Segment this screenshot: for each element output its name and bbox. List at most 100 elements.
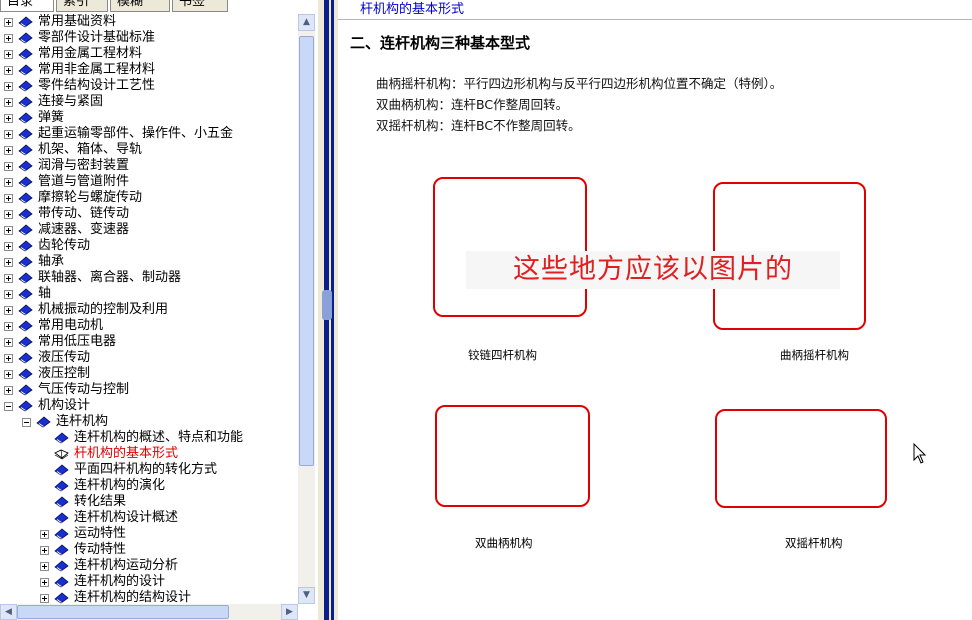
expand-plus-icon[interactable] xyxy=(4,114,13,123)
tab-fuzzy-label: 模糊 xyxy=(117,0,144,9)
expand-plus-icon[interactable] xyxy=(4,162,13,171)
tree-item[interactable]: 连杆机构运动分析 xyxy=(0,558,298,574)
expand-plus-icon[interactable] xyxy=(4,290,13,299)
book-closed-icon xyxy=(18,144,33,156)
expand-plus-icon[interactable] xyxy=(4,50,13,59)
tree-item[interactable]: 机构设计 xyxy=(0,398,298,414)
tree-item[interactable]: 常用非金属工程材料 xyxy=(0,62,298,78)
tree-item[interactable]: 轴承 xyxy=(0,254,298,270)
nav-tabs: 目录 索引 模糊 书签 xyxy=(0,0,318,13)
scroll-down-button[interactable]: ▼ xyxy=(298,587,315,604)
tree-item[interactable]: 气压传动与控制 xyxy=(0,382,298,398)
expand-plus-icon[interactable] xyxy=(40,546,49,555)
book-closed-icon xyxy=(18,80,33,92)
tree-item[interactable]: 连接与紧固 xyxy=(0,94,298,110)
expand-plus-icon[interactable] xyxy=(4,210,13,219)
expand-plus-icon[interactable] xyxy=(4,194,13,203)
book-closed-icon xyxy=(18,112,33,124)
description-double-crank: 双曲柄机构：连杆BC作整周回转。 xyxy=(376,97,569,112)
tree-item[interactable]: 传动特性 xyxy=(0,542,298,558)
expand-plus-icon[interactable] xyxy=(4,274,13,283)
expand-plus-icon[interactable] xyxy=(4,34,13,43)
topic-breadcrumb[interactable]: 杆机构的基本形式 xyxy=(360,0,464,19)
tree-item[interactable]: 零部件设计基础标准 xyxy=(0,30,298,46)
tree-vertical-scrollbar[interactable]: ▲ ▼ xyxy=(298,14,315,604)
tree-item[interactable]: 管道与管道附件 xyxy=(0,174,298,190)
tree-item[interactable]: 常用低压电器 xyxy=(0,334,298,350)
contents-tree: 常用基础资料 零部件设计基础标准 常用金属工程材料 常用非金属工程材料 零件结构设计工艺… xyxy=(0,14,298,604)
caption-double-rocker: 双摇杆机构 xyxy=(785,536,843,550)
scroll-up-button[interactable]: ▲ xyxy=(298,14,315,31)
expand-plus-icon[interactable] xyxy=(4,82,13,91)
tree-item[interactable]: 平面四杆机构的转化方式 xyxy=(0,462,298,478)
tree-item[interactable]: 连杆机构的演化 xyxy=(0,478,298,494)
expand-plus-icon[interactable] xyxy=(4,354,13,363)
tree-item[interactable]: 连杆机构的结构设计 xyxy=(0,590,298,604)
tree-horizontal-scrollbar[interactable]: ◀ ▶ xyxy=(0,604,298,620)
tree-item[interactable]: 弹簧 xyxy=(0,110,298,126)
tree-item-label: 轴承 xyxy=(38,254,65,269)
tree-item-label: 常用基础资料 xyxy=(38,14,117,29)
tree-item[interactable]: 常用基础资料 xyxy=(0,14,298,30)
expand-plus-icon[interactable] xyxy=(4,370,13,379)
pane-splitter[interactable] xyxy=(318,0,338,620)
book-closed-icon xyxy=(18,48,33,60)
tree-item[interactable]: 润滑与密封装置 xyxy=(0,158,298,174)
expand-plus-icon[interactable] xyxy=(40,578,49,587)
expand-plus-icon[interactable] xyxy=(40,594,49,603)
tab-fuzzy[interactable]: 模糊 xyxy=(110,0,170,12)
collapse-minus-icon[interactable] xyxy=(22,418,31,427)
tree-item[interactable]: 减速器、变速器 xyxy=(0,222,298,238)
tree-item[interactable]: 连杆机构设计概述 xyxy=(0,510,298,526)
book-closed-icon xyxy=(36,416,51,428)
tree-item[interactable]: 连杆机构的设计 xyxy=(0,574,298,590)
tree-item[interactable]: 机架、箱体、导轨 xyxy=(0,142,298,158)
tab-index[interactable]: 索引 xyxy=(56,0,108,12)
expand-plus-icon[interactable] xyxy=(4,130,13,139)
expand-plus-icon[interactable] xyxy=(4,18,13,27)
horizontal-scroll-thumb[interactable] xyxy=(17,605,229,619)
tree-item[interactable]: 常用电动机 xyxy=(0,318,298,334)
expand-plus-icon[interactable] xyxy=(4,178,13,187)
tree-item[interactable]: 杆机构的基本形式 xyxy=(0,446,298,462)
expand-plus-icon[interactable] xyxy=(4,386,13,395)
expand-plus-icon[interactable] xyxy=(4,98,13,107)
book-closed-icon xyxy=(18,192,33,204)
tree-item[interactable]: 常用金属工程材料 xyxy=(0,46,298,62)
tree-item[interactable]: 起重运输零部件、操作件、小五金 xyxy=(0,126,298,142)
expand-plus-icon[interactable] xyxy=(4,338,13,347)
tree-item[interactable]: 轴 xyxy=(0,286,298,302)
tree-item[interactable]: 连杆机构的概述、特点和功能 xyxy=(0,430,298,446)
book-closed-icon xyxy=(18,176,33,188)
tree-item[interactable]: 转化结果 xyxy=(0,494,298,510)
tree-item-label: 起重运输零部件、操作件、小五金 xyxy=(38,126,234,141)
tree-item[interactable]: 摩擦轮与螺旋传动 xyxy=(0,190,298,206)
tab-bookmarks[interactable]: 书签 xyxy=(172,0,228,12)
scroll-right-button[interactable]: ▶ xyxy=(281,604,298,620)
expand-plus-icon[interactable] xyxy=(4,146,13,155)
splitter-grip-icon[interactable] xyxy=(322,290,332,320)
tree-item-label: 常用非金属工程材料 xyxy=(38,62,156,77)
tree-item[interactable]: 液压传动 xyxy=(0,350,298,366)
expand-plus-icon[interactable] xyxy=(40,530,49,539)
expand-plus-icon[interactable] xyxy=(4,258,13,267)
tree-item[interactable]: 连杆机构 xyxy=(0,414,298,430)
tab-contents[interactable]: 目录 xyxy=(0,0,54,12)
tree-item[interactable]: 零件结构设计工艺性 xyxy=(0,78,298,94)
tree-item[interactable]: 带传动、链传动 xyxy=(0,206,298,222)
scroll-left-button[interactable]: ◀ xyxy=(0,604,17,620)
tree-item[interactable]: 机械振动的控制及利用 xyxy=(0,302,298,318)
vertical-scroll-thumb[interactable] xyxy=(299,36,314,466)
expand-plus-icon[interactable] xyxy=(40,562,49,571)
expand-plus-icon[interactable] xyxy=(4,226,13,235)
expand-plus-icon[interactable] xyxy=(4,306,13,315)
expand-plus-icon[interactable] xyxy=(4,66,13,75)
tree-item[interactable]: 运动特性 xyxy=(0,526,298,542)
expand-plus-icon[interactable] xyxy=(4,242,13,251)
description-double-rocker: 双摇杆机构：连杆BC不作整周回转。 xyxy=(376,118,581,133)
collapse-minus-icon[interactable] xyxy=(4,402,13,411)
tree-item[interactable]: 齿轮传动 xyxy=(0,238,298,254)
expand-plus-icon[interactable] xyxy=(4,322,13,331)
tree-item[interactable]: 联轴器、离合器、制动器 xyxy=(0,270,298,286)
tree-item[interactable]: 液压控制 xyxy=(0,366,298,382)
